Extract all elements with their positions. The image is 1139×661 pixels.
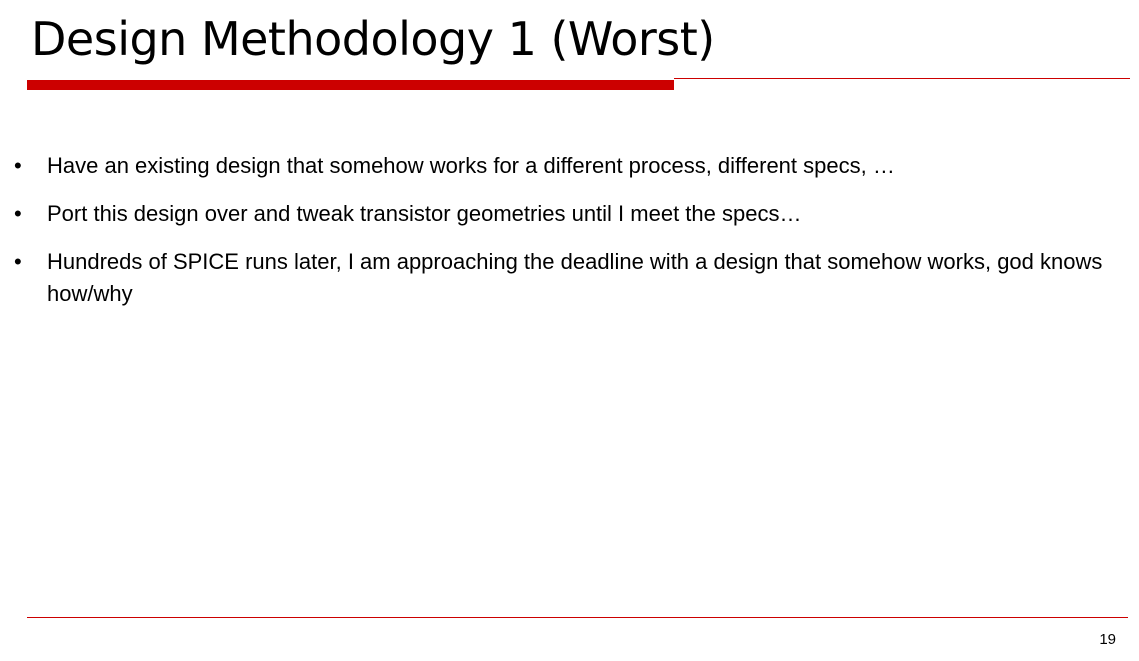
bullet-list: • Have an existing design that somehow w…	[14, 150, 1104, 326]
bullet-item: • Port this design over and tweak transi…	[14, 198, 1104, 230]
page-number: 19	[1099, 631, 1116, 648]
bullet-dot-icon: •	[14, 249, 22, 274]
bullet-dot-icon: •	[14, 153, 22, 178]
bullet-text: Port this design over and tweak transist…	[47, 201, 802, 226]
bullet-text: Have an existing design that somehow wor…	[47, 153, 895, 178]
slide-title: Design Methodology 1 (Worst)	[31, 12, 715, 66]
title-underline-thin	[674, 78, 1130, 79]
title-underline-thick	[27, 80, 674, 90]
bullet-item: • Have an existing design that somehow w…	[14, 150, 1104, 182]
bullet-text: Hundreds of SPICE runs later, I am appro…	[47, 249, 1103, 306]
footer-divider	[27, 617, 1128, 618]
bullet-item: • Hundreds of SPICE runs later, I am app…	[14, 246, 1104, 310]
bullet-dot-icon: •	[14, 201, 22, 226]
